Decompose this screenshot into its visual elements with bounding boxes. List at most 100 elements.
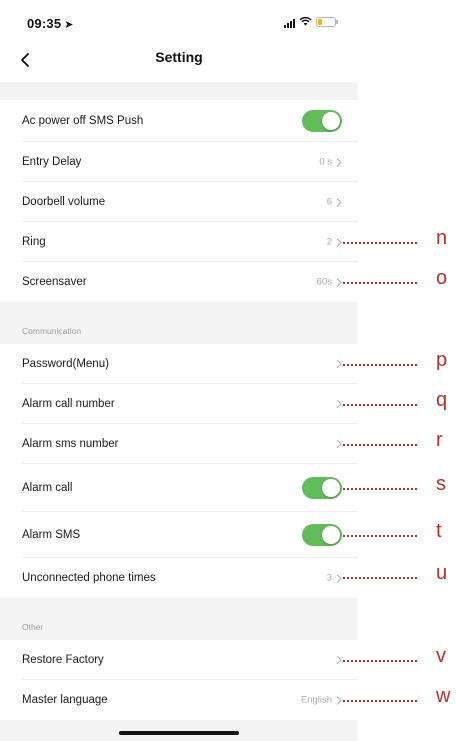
annotation-v: v — [343, 645, 446, 671]
row-right: 3 — [327, 573, 342, 584]
row-password-menu[interactable]: Password(Menu) — [0, 344, 358, 384]
row-right — [336, 655, 342, 665]
row-label: Alarm call — [22, 482, 73, 494]
annotation-q: q — [343, 389, 447, 415]
dotted-leader — [343, 576, 417, 579]
row-label: Alarm SMS — [22, 529, 81, 541]
row-value: 2 — [326, 236, 332, 248]
annotation-letter: u — [436, 562, 448, 584]
row-label: Alarm sms number — [22, 438, 119, 450]
toggle-knob — [322, 112, 340, 130]
chevron-right-icon — [336, 157, 342, 167]
row-right: 6 — [327, 197, 342, 208]
dotted-leader — [343, 443, 417, 446]
dotted-leader — [343, 699, 417, 702]
section-header-other: Other — [0, 598, 358, 640]
annotation-letter: w — [436, 685, 451, 707]
toggle-knob — [322, 479, 340, 497]
row-doorbell-volume[interactable]: Doorbell volume 6 — [0, 182, 358, 222]
annotation-u: u — [343, 562, 447, 588]
alarm-call-toggle[interactable] — [302, 477, 342, 499]
row-right — [336, 359, 342, 369]
annotation-letter: o — [436, 267, 448, 289]
annotation-letter: v — [436, 645, 446, 667]
section-spacer-top — [0, 82, 358, 100]
row-label: Password(Menu) — [22, 358, 109, 370]
status-bar: 09:35 ➤ — [0, 0, 358, 40]
dotted-leader — [343, 403, 417, 406]
chevron-right-icon — [336, 399, 342, 409]
dotted-leader — [343, 281, 417, 284]
row-label: Doorbell volume — [22, 196, 106, 208]
section-label: Other — [22, 622, 44, 632]
row-label: Ac power off SMS Push — [22, 115, 144, 127]
chevron-right-icon — [336, 695, 342, 705]
row-ring[interactable]: Ring 2 — [0, 222, 358, 262]
signal-icon — [284, 17, 295, 28]
dotted-leader — [343, 659, 417, 662]
row-alarm-call: Alarm call — [0, 464, 358, 512]
status-time: 09:35 ➤ — [27, 16, 74, 31]
row-right: English — [301, 695, 342, 706]
row-right: 60s — [317, 277, 342, 288]
annotation-w: w — [343, 685, 450, 711]
annotation-letter: r — [436, 429, 443, 451]
chevron-right-icon — [336, 439, 342, 449]
row-right — [336, 439, 342, 449]
row-entry-delay[interactable]: Entry Delay 0 s — [0, 142, 358, 182]
annotation-letter: p — [436, 349, 448, 371]
row-value: 6 — [326, 196, 332, 208]
clock-text: 09:35 — [27, 16, 62, 31]
annotation-t: t — [343, 520, 442, 546]
row-alarm-call-number[interactable]: Alarm call number — [0, 384, 358, 424]
wifi-icon — [299, 15, 312, 29]
chevron-right-icon — [336, 237, 342, 247]
row-right: 2 — [327, 237, 342, 248]
row-alarm-sms: Alarm SMS — [0, 512, 358, 558]
dotted-leader — [343, 487, 417, 490]
row-unconnected-phone-times[interactable]: Unconnected phone times 3 — [0, 558, 358, 598]
alarm-sms-toggle[interactable] — [302, 524, 342, 546]
dotted-leader — [343, 363, 417, 366]
chevron-right-icon — [336, 277, 342, 287]
home-indicator[interactable] — [119, 731, 239, 735]
toggle-knob — [322, 526, 340, 544]
row-screensaver[interactable]: Screensaver 60s — [0, 262, 358, 302]
row-ac-power-sms-push: Ac power off SMS Push — [0, 100, 358, 142]
section-label: Communication — [22, 326, 82, 336]
row-right: 0 s — [319, 157, 342, 168]
annotation-letter: t — [436, 520, 442, 542]
chevron-right-icon — [336, 573, 342, 583]
battery-icon — [316, 17, 338, 27]
annotation-o: o — [343, 267, 447, 293]
row-label: Entry Delay — [22, 156, 82, 168]
annotation-n: n — [343, 227, 447, 253]
ac-power-sms-toggle[interactable] — [302, 110, 342, 132]
row-master-language[interactable]: Master language English — [0, 680, 358, 720]
row-restore-factory[interactable]: Restore Factory — [0, 640, 358, 680]
annotation-letter: n — [436, 227, 448, 249]
row-label: Screensaver — [22, 276, 87, 288]
annotation-p: p — [343, 349, 447, 375]
row-label: Alarm call number — [22, 398, 115, 410]
settings-screen: 09:35 ➤ Setting Ac power off SMS Push Ent… — [0, 0, 358, 741]
row-value: 60s — [316, 276, 332, 288]
row-label: Master language — [22, 694, 108, 706]
location-arrow-icon: ➤ — [64, 19, 74, 31]
row-label: Unconnected phone times — [22, 572, 156, 584]
annotation-s: s — [343, 473, 446, 499]
chevron-right-icon — [336, 359, 342, 369]
dotted-leader — [343, 241, 417, 244]
row-alarm-sms-number[interactable]: Alarm sms number — [0, 424, 358, 464]
page-title: Setting — [155, 49, 203, 65]
row-value: 0 s — [319, 156, 332, 168]
row-value: 3 — [326, 572, 332, 584]
annotation-r: r — [343, 429, 443, 455]
section-header-communication: Communication — [0, 302, 358, 344]
status-icons — [284, 15, 338, 29]
annotation-letter: s — [436, 473, 446, 495]
row-label: Ring — [22, 236, 46, 248]
row-right — [336, 399, 342, 409]
annotation-letter: q — [436, 389, 448, 411]
row-label: Restore Factory — [22, 654, 104, 666]
